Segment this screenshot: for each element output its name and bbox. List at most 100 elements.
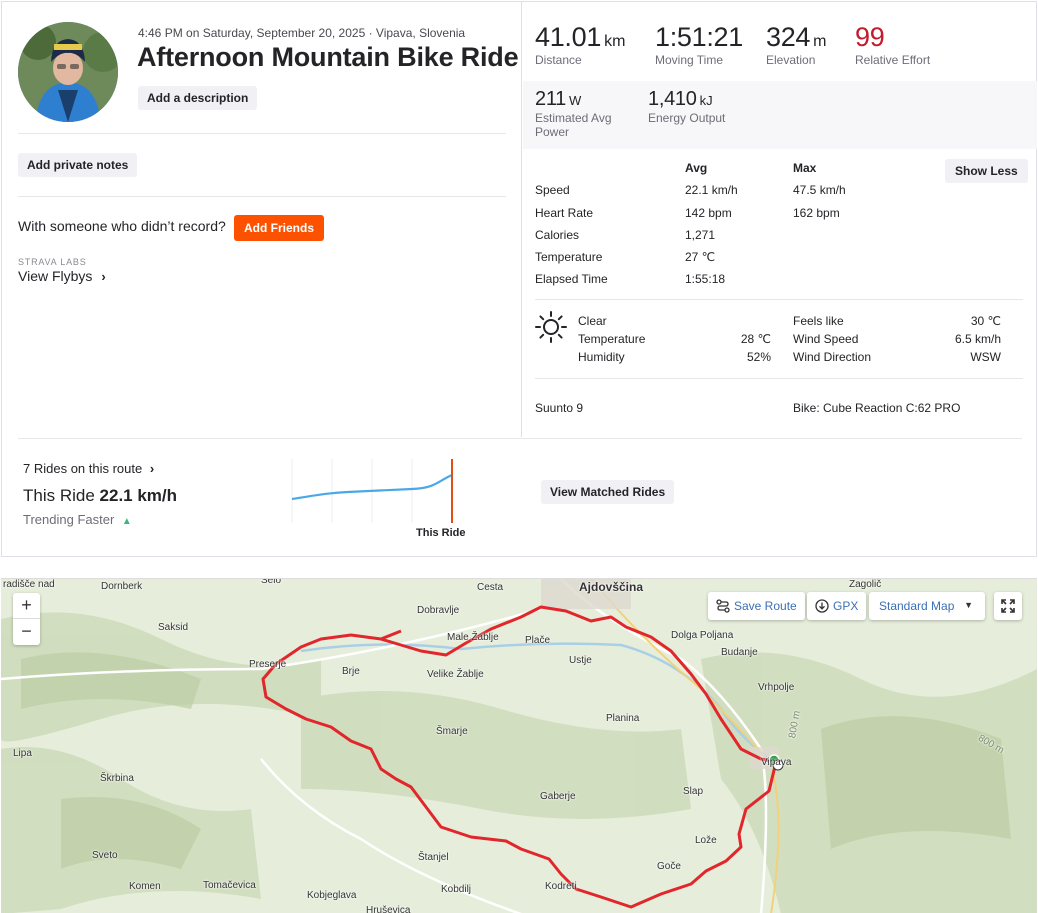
add-private-notes-button[interactable]: Add private notes	[18, 153, 138, 177]
row-avg: 27 ℃	[685, 250, 716, 264]
weather-humidity-value: 52%	[746, 350, 771, 364]
place-label: Selo	[261, 578, 282, 586]
place-label: Preserje	[249, 659, 287, 670]
place-label: Škrbina	[100, 773, 134, 784]
distance-stat: 41.01 km Distance	[535, 22, 625, 67]
place-label: Šmarje	[436, 726, 468, 737]
trend-status: Trending Faster ▲	[23, 512, 132, 527]
weather-humidity-label: Humidity	[578, 350, 625, 364]
moving-time-value: 1:51:21	[655, 22, 743, 52]
elevation-stat: 324 m Elevation	[766, 22, 826, 67]
expand-icon	[1001, 599, 1015, 613]
distance-unit: km	[604, 33, 626, 50]
place-label: Velike Žablje	[427, 669, 484, 680]
strava-labs-label: STRAVA LABS	[18, 257, 87, 267]
activity-header-pane: 4:46 PM on Saturday, September 20, 2025 …	[2, 2, 522, 437]
wind-speed-value: 6.5 km/h	[954, 332, 1001, 346]
wind-direction-label: Wind Direction	[793, 350, 872, 364]
wind-speed-label: Wind Speed	[793, 332, 859, 346]
elevation-unit: m	[813, 33, 827, 50]
energy-stat: 1,410 kJ Energy Output	[648, 88, 725, 125]
gpx-button[interactable]: GPX	[807, 592, 867, 620]
with-someone-text: With someone who didn’t record?	[18, 218, 226, 234]
place-label: Male Žablje	[447, 632, 499, 643]
distance-value: 41.01	[535, 22, 602, 52]
energy-unit: kJ	[699, 93, 713, 108]
view-matched-rides-button[interactable]: View Matched Rides	[541, 480, 675, 504]
place-label: Planina	[606, 713, 640, 724]
weather-temp-value: 28 ℃	[740, 332, 771, 346]
trend-label: Trending Faster	[23, 512, 115, 527]
caret-down-icon: ▼	[964, 600, 973, 610]
divider	[18, 133, 506, 134]
place-label: Dolga Poljana	[671, 630, 734, 641]
wind-direction-value: WSW	[970, 350, 1001, 364]
chevron-right-icon: ›	[149, 461, 155, 476]
this-ride-label: This Ride	[23, 486, 95, 505]
row-max: 47.5 km/h	[793, 183, 846, 197]
matched-rides-section: 7 Rides on this route › This Ride 22.1 k…	[18, 438, 1022, 556]
place-label: Štanjel	[418, 852, 449, 863]
zoom-in-button[interactable]: +	[13, 593, 40, 619]
row-label: Heart Rate	[535, 206, 594, 220]
place-label: Ajdovščina	[579, 580, 644, 594]
row-label: Temperature	[535, 250, 603, 264]
avatar-image	[18, 22, 118, 122]
stats-pane: 41.01 km Distance 1:51:21 Moving Time 324…	[523, 2, 1037, 437]
place-label: Tomačevica	[203, 880, 256, 891]
fullscreen-button[interactable]	[994, 592, 1022, 620]
show-less-button[interactable]: Show Less	[945, 159, 1028, 183]
add-description-button[interactable]: Add a description	[138, 86, 258, 110]
route-map[interactable]: radišče nad Dornberk Selo Cesta Ajdovšči…	[1, 578, 1037, 913]
chevron-right-icon: ›	[101, 269, 106, 284]
elevation-value: 324	[766, 22, 811, 52]
place-label: Zagolič	[849, 579, 882, 590]
place-label: Kobdilj	[441, 884, 472, 895]
divider	[18, 196, 506, 197]
place-label: Brje	[342, 666, 360, 677]
device-name: Suunto 9	[535, 401, 584, 415]
download-icon	[815, 599, 829, 616]
view-flybys-link[interactable]: View Flybys ›	[18, 268, 106, 284]
place-label: Hruševica	[366, 905, 411, 913]
divider	[535, 378, 1023, 379]
row-max: 162 bpm	[793, 206, 840, 220]
place-label: radišče nad	[3, 579, 55, 590]
row-avg: 1,271	[685, 228, 716, 242]
place-label: Goče	[657, 861, 681, 872]
place-label: Dobravlje	[417, 605, 460, 616]
energy-label: Energy Output	[648, 111, 726, 125]
power-value: 211	[535, 88, 566, 110]
bike-name[interactable]: Bike: Cube Reaction C:62 PRO	[793, 401, 960, 415]
map-type-select[interactable]: Standard Map ▼	[869, 592, 985, 620]
power-stat: 211 W Estimated Avg Power	[535, 88, 612, 139]
zoom-out-button[interactable]: −	[13, 619, 40, 645]
add-friends-button[interactable]: Add Friends	[234, 215, 325, 241]
rides-on-route-link[interactable]: 7 Rides on this route ›	[23, 461, 154, 476]
athlete-avatar[interactable]	[18, 22, 118, 122]
row-label: Elapsed Time	[535, 272, 608, 286]
row-avg: 22.1 km/h	[685, 183, 738, 197]
row-avg: 1:55:18	[685, 272, 726, 286]
zoom-control: + −	[13, 593, 40, 645]
place-label: Vrhpolje	[758, 682, 795, 693]
place-label: Komen	[129, 881, 161, 892]
triangle-up-icon: ▲	[121, 516, 132, 527]
place-label: Kodreti	[545, 881, 577, 892]
row-avg: 142 bpm	[685, 206, 732, 220]
sun-icon	[535, 311, 567, 348]
place-label: Vipava	[761, 757, 792, 768]
place-label: Lipa	[13, 748, 32, 759]
place-label: Ustje	[569, 655, 592, 666]
route-icon	[716, 599, 730, 616]
relative-effort-stat[interactable]: 99 Relative Effort	[855, 22, 930, 67]
power-label: Estimated Avg Power	[535, 111, 612, 139]
feels-like-label: Feels like	[793, 314, 844, 328]
map-type-label: Standard Map	[879, 599, 955, 613]
save-route-button[interactable]: Save Route	[708, 592, 805, 620]
place-label: Cesta	[477, 582, 504, 593]
place-label: Gaberje	[540, 791, 576, 802]
weather-temp-label: Temperature	[578, 332, 646, 346]
route-speed-chart	[291, 459, 453, 523]
gpx-label: GPX	[833, 599, 859, 613]
